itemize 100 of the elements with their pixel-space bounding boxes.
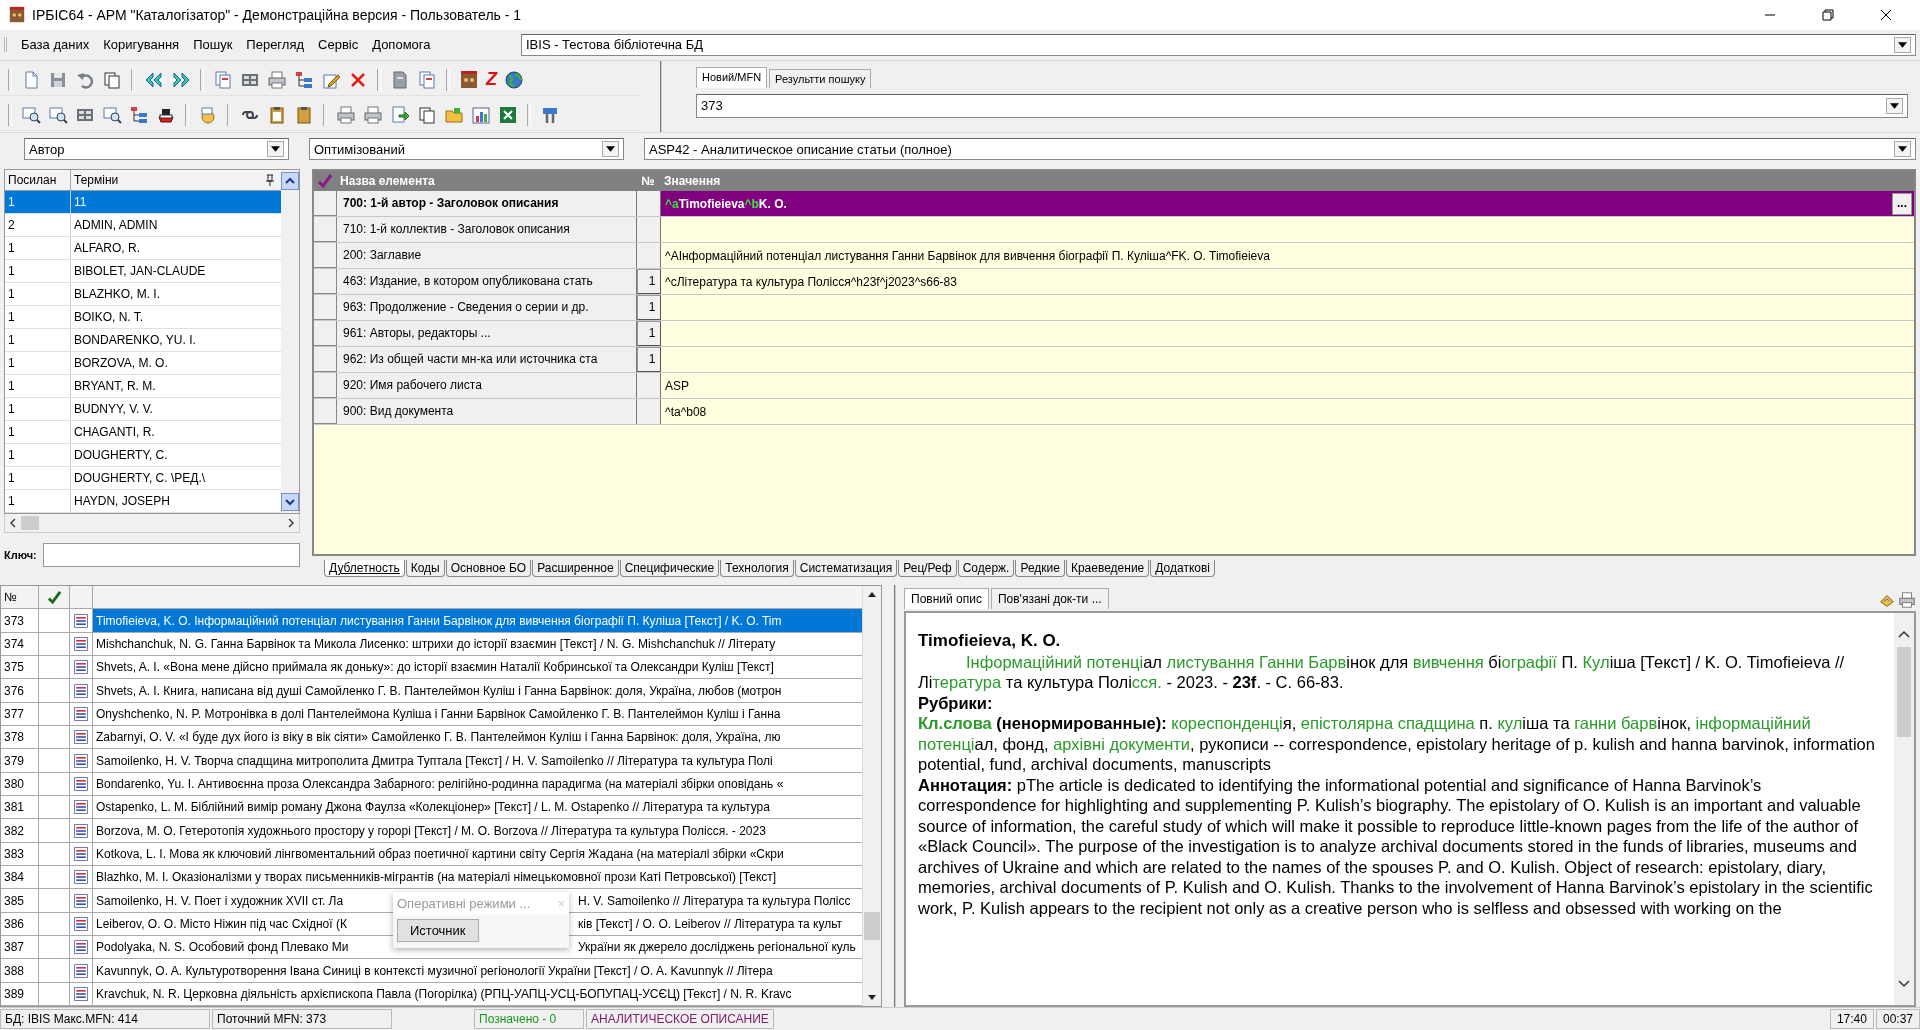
column-header[interactable]: Посилан — [5, 170, 71, 191]
spreadsheet-icon[interactable] — [498, 104, 518, 125]
documents-icon[interactable] — [417, 69, 437, 90]
record-row[interactable]: Samoilenko, H. V. Творча спадщина митрополита Дмитра Туптала [Текст] / H. V. Samoilenko // Література та культура Полі — [93, 749, 862, 772]
copy-icon[interactable] — [102, 69, 122, 90]
field-name-cell[interactable]: 900: Вид документа — [337, 399, 637, 425]
row-indicator-cell[interactable] — [314, 243, 337, 269]
term-row[interactable]: 1 BLAZHKO, M. I. — [5, 283, 281, 307]
field-value[interactable]: ^ta^b08 — [665, 404, 1914, 419]
row-indicator-cell[interactable] — [314, 217, 337, 243]
row-indicator-cell[interactable] — [314, 399, 337, 425]
record-text[interactable]: Leiberov, O. O. Місто Ніжин під час Східної (К — [96, 916, 394, 931]
row-indicator-cell[interactable] — [314, 191, 337, 217]
record-row[interactable]: Kavunnyk, O. A. Культуротворення Івана Синиці в контексті музичної регіонології України [Текст] / O. A. Kavunnyk // Літера — [93, 959, 862, 982]
term-row[interactable]: 1 BIBOLET, JAN-CLAUDE — [5, 260, 281, 284]
record-row[interactable]: Kravchuk, N. R. Церковна діяльність архієпископа Павла (Погорілка) (РПЦ-УАПЦ-УСЦ-БОПУПАЦ-УСЄЦ) [Текст] / N. R. Kravc — [93, 982, 862, 1005]
term-row[interactable]: 1 BONDARENKO, YU. I. — [5, 329, 281, 353]
tab[interactable]: Редкие — [1015, 560, 1065, 578]
printer-icon[interactable] — [1898, 591, 1916, 610]
search-icon[interactable] — [48, 104, 68, 125]
scrollbar-thumb[interactable] — [21, 516, 39, 531]
record-row[interactable]: Borzova, M. O. Гетеротопія художнього простору у горорі [Текст] / M. O. Borzova // Література та культура Полісся. - 2023 — [93, 819, 862, 842]
export-icon[interactable] — [390, 104, 410, 125]
record-row[interactable]: Bondarenko, Yu. I. Антивоєнна проза Олександра Забарного: релігійно-родинна парадигма (на матеріалі збірки оповідань « — [93, 772, 862, 796]
tab[interactable]: Дублетность — [324, 560, 405, 578]
menu-item[interactable]: Сервіс — [318, 37, 359, 53]
tab[interactable]: Расширенное — [532, 560, 619, 578]
scrollbar-thumb[interactable] — [864, 912, 880, 941]
key-field[interactable] — [42, 543, 300, 568]
record-row[interactable]: Shvets, A. I. Книга, написана від душі Самойленко Г. В. Пантелеймон Куліш і Ганна Барвінок: доля, Україна, любов (мотрон — [93, 679, 862, 702]
mfn-field[interactable]: 373 — [696, 93, 1908, 118]
menu-item[interactable]: Перегляд — [246, 37, 305, 53]
term-row[interactable]: 2 ADMIN, ADMIN — [5, 214, 281, 238]
term-row[interactable]: 1 11 — [5, 191, 281, 215]
scrollbar-thumb[interactable] — [1897, 647, 1911, 738]
printer-icon[interactable] — [363, 104, 383, 125]
dropdown[interactable]: Автор — [24, 138, 289, 161]
checkmark-icon[interactable] — [46, 589, 62, 605]
tab[interactable]: Результти пошуку — [769, 68, 872, 88]
row-indicator-cell[interactable] — [314, 321, 337, 347]
field-name-cell[interactable]: 710: 1-й коллектив - Заголовок описания — [337, 217, 637, 243]
record-text[interactable]: Samoilenko, H. V. Поет і художник XVII ст. Ла — [96, 893, 394, 908]
term-row[interactable]: 1 BOIKO, N. T. — [5, 306, 281, 330]
restore-icon[interactable] — [1822, 8, 1834, 21]
term-row[interactable]: 1 CHAGANTI, R. — [5, 421, 281, 445]
tab[interactable]: Специфические — [619, 560, 720, 578]
field-value[interactable]: ^AІнформаційний потенціал листування Ганни Барвінок для вивчення біографії П. Куліша^FK. O. Timofieieva — [665, 248, 1914, 263]
tab[interactable]: Технология — [720, 560, 794, 578]
field-name-cell[interactable]: 200: Заглавие — [337, 243, 637, 269]
record-row[interactable]: Onyshchenko, N. P. Мотронівка в долі Пантелеймона Куліша і Ганни Барвінок Самойленко Г. В. Пантелеймон Куліш і Ганна — [93, 702, 862, 726]
edit-button[interactable]: ... — [1892, 192, 1912, 215]
close-icon[interactable] — [1880, 8, 1892, 21]
tab[interactable]: Систематизация — [794, 560, 898, 578]
record-row[interactable]: Mishchanchuk, N. G. Ганна Барвінок та Микола Лисенко: штрихи до історії взаємин [Текст] / N. G. Mishchanchuk // Літерату — [93, 632, 862, 656]
toolbar-button[interactable]: Z — [486, 69, 497, 91]
field-name-cell[interactable]: 961: Авторы, редакторы ... — [337, 321, 637, 347]
record-row[interactable]: Timofieieva, K. O. Інформаційний потенціал листування Ганни Барвінок для вивчення біографії П. Куліша [Текст] / K. O. Tim — [93, 609, 862, 632]
tab[interactable]: Коды — [405, 560, 445, 578]
tab[interactable]: Новий/MFN — [696, 66, 768, 88]
chart-icon[interactable] — [471, 104, 491, 125]
term-row[interactable]: 1 DOUGHERTY, C. \РЕД.\ — [5, 467, 281, 491]
occurrence-button[interactable]: 1 — [637, 269, 661, 295]
database-dropdown[interactable]: IBIS - Тестова бібліотечна БД — [521, 33, 1916, 56]
tab[interactable]: Пов'язані док-ти ... — [990, 588, 1109, 610]
record-row[interactable]: Kotkova, L. I. Мова як ключовий лінгвоментальний образ поетичної картини світу Сергія Жадана (на матеріалі збірки «Скри — [93, 842, 862, 866]
tab[interactable]: Краеведение — [1065, 560, 1150, 578]
record-row[interactable]: Ostapenko, L. M. Біблійний вимір роману Джона Фаулза «Колекціонер» [Текст] / L. M. Ostapenko // Література та культура — [93, 796, 862, 819]
row-indicator-cell[interactable] — [314, 373, 337, 399]
occurrence-button[interactable]: 1 — [637, 321, 661, 347]
tree-icon[interactable] — [294, 69, 314, 90]
printer-icon[interactable] — [267, 69, 287, 90]
term-row[interactable]: 1 HAYDN, JOSEPH — [5, 490, 281, 514]
menu-item[interactable]: Пошук — [193, 37, 233, 53]
term-row[interactable]: 1 DOUGHERTY, C. — [5, 444, 281, 468]
tab[interactable]: Рец/Реф — [898, 560, 957, 578]
tree-icon[interactable] — [129, 104, 149, 125]
term-row[interactable]: 1 BUDNYY, V. V. — [5, 398, 281, 422]
occurrence-button[interactable]: 1 — [637, 295, 661, 321]
logo-icon[interactable] — [459, 69, 479, 90]
menu-item[interactable]: База даних — [21, 37, 90, 53]
clipboard-icon[interactable] — [294, 104, 314, 125]
tab[interactable]: Основное БО — [445, 560, 532, 578]
term-row[interactable]: 1 BRYANT, R. M. — [5, 375, 281, 399]
copy-icon[interactable] — [417, 104, 437, 125]
search-icon[interactable] — [102, 104, 122, 125]
document-icon[interactable] — [390, 69, 410, 90]
search-icon[interactable] — [21, 104, 41, 125]
record-text[interactable]: ків [Текст] / O. O. Leiberov // Література та культ — [578, 916, 843, 931]
occurrence-button[interactable]: 1 — [637, 347, 661, 373]
record-row[interactable]: Blazhko, M. I. Оказіоналізми у творах письменників-мігрантів (на матеріалі німецькомовної прози Каті Петровської) [Текст] — [93, 866, 862, 889]
clipboard-icon[interactable] — [267, 104, 287, 125]
term-row[interactable]: 1 BORZOVA, M. O. — [5, 352, 281, 376]
record-text[interactable]: України як джерело досліджень регіональної куль — [578, 940, 856, 955]
tab[interactable]: Содерж. — [957, 560, 1015, 578]
field-value[interactable]: ASP — [665, 378, 1914, 393]
field-name-cell[interactable]: 963: Продолжение - Сведения о серии и др. — [337, 295, 637, 321]
documents-icon[interactable] — [213, 69, 233, 90]
row-indicator-cell[interactable] — [314, 347, 337, 373]
dropdown[interactable]: Оптимізований — [309, 138, 624, 161]
term-row[interactable]: 1 ALFARO, R. — [5, 237, 281, 261]
